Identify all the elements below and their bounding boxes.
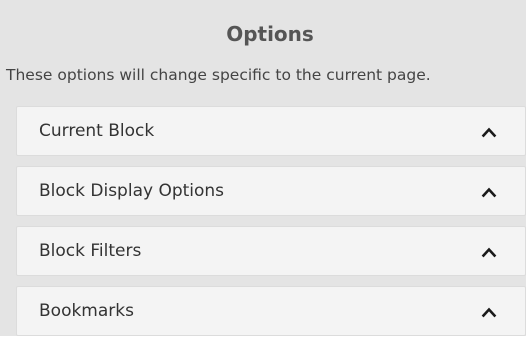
accordion-item-block-filters[interactable]: Block Filters: [16, 226, 526, 276]
accordion-item-label: Block Display Options: [39, 181, 225, 201]
accordion-item-label: Bookmarks: [39, 301, 134, 321]
options-title: Options: [226, 22, 314, 46]
accordion-item-block-display-options[interactable]: Block Display Options: [16, 166, 526, 216]
chevron-up-icon[interactable]: [481, 304, 497, 320]
accordion-item-label: Block Filters: [39, 241, 142, 261]
accordion-item-bookmarks[interactable]: Bookmarks: [16, 286, 526, 336]
accordion-item-label: Current Block: [39, 121, 155, 141]
chevron-up-icon[interactable]: [481, 124, 497, 140]
chevron-up-icon[interactable]: [481, 184, 497, 200]
options-description: These options will change specific to th…: [6, 66, 431, 84]
accordion-item-current-block[interactable]: Current Block: [16, 106, 526, 156]
chevron-up-icon[interactable]: [481, 244, 497, 260]
options-accordion: Current Block Block Display Options Bloc…: [16, 106, 526, 346]
options-panel: Options These options will change specif…: [0, 0, 526, 336]
